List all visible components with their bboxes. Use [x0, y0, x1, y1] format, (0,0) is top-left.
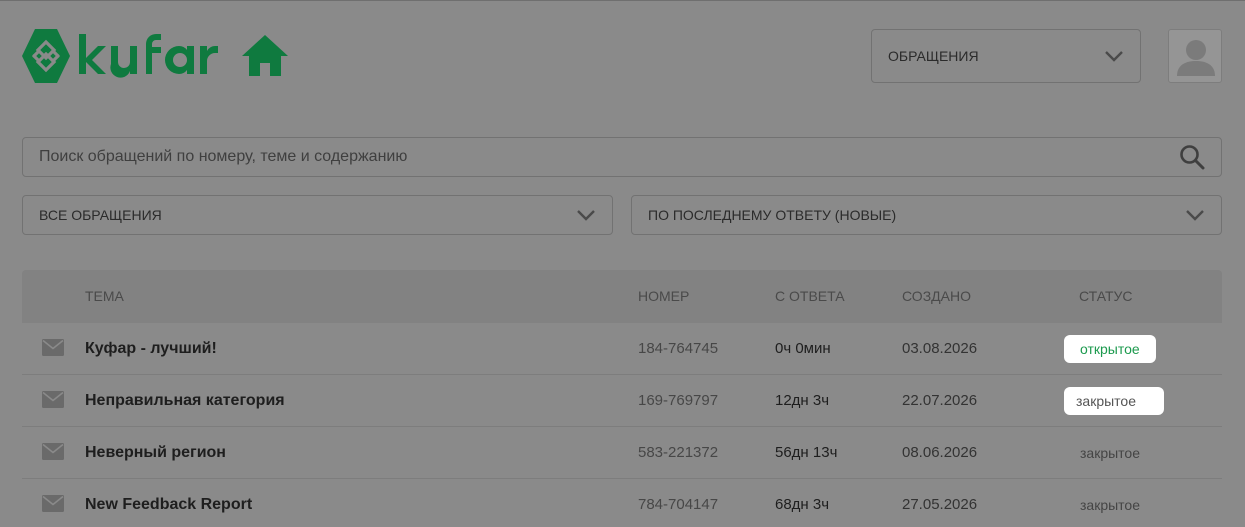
- ticket-created: 27.05.2026: [902, 496, 978, 513]
- status-badge: закрытое: [1080, 445, 1141, 461]
- table-header: ТЕМА НОМЕР С ОТВЕТА СОЗДАНО СТАТУС: [22, 270, 1222, 323]
- ticket-subject: New Feedback Report: [85, 496, 253, 513]
- column-header-subject[interactable]: ТЕМА: [85, 270, 124, 323]
- kufar-logo[interactable]: [22, 28, 218, 84]
- type-filter-select[interactable]: ВСЕ ОБРАЩЕНИЯ: [22, 195, 613, 235]
- status-badge: закрытое: [1064, 387, 1164, 415]
- ticket-created: 22.07.2026: [902, 392, 978, 409]
- ticket-number: 169-769797: [638, 392, 719, 409]
- tickets-table: ТЕМА НОМЕР С ОТВЕТА СОЗДАНО СТАТУС Куфар…: [22, 270, 1222, 527]
- envelope-icon: [42, 495, 64, 512]
- user-silhouette-icon: [1177, 40, 1215, 76]
- status-badge: открытое: [1064, 335, 1156, 363]
- envelope-icon: [42, 443, 64, 460]
- ticket-subject: Куфар - лучший!: [85, 340, 217, 357]
- ticket-since-reply: 12дн 3ч: [775, 392, 830, 409]
- ticket-subject: Неверный регион: [85, 444, 226, 461]
- search-icon[interactable]: [1179, 144, 1205, 170]
- envelope-icon: [42, 391, 64, 408]
- table-row[interactable]: Неверный регион 583-221372 56дн 13ч 08.0…: [22, 427, 1222, 479]
- search-bar: [22, 137, 1222, 177]
- home-icon[interactable]: [242, 34, 288, 76]
- ticket-since-reply: 68дн 3ч: [775, 496, 830, 513]
- sort-value: ПО ПОСЛЕДНЕМУ ОТВЕТУ (НОВЫЕ): [648, 207, 897, 223]
- column-header-since[interactable]: С ОТВЕТА: [775, 270, 845, 323]
- ticket-status-cell: закрытое: [1064, 427, 1156, 480]
- section-select[interactable]: ОБРАЩЕНИЯ: [871, 29, 1141, 83]
- chevron-down-icon: [577, 210, 595, 221]
- ticket-created: 03.08.2026: [902, 340, 978, 357]
- ticket-since-reply: 56дн 13ч: [775, 444, 838, 461]
- table-row[interactable]: Неправильная категория 169-769797 12дн 3…: [22, 375, 1222, 427]
- section-select-value: ОБРАЩЕНИЯ: [888, 48, 979, 64]
- search-input[interactable]: [39, 138, 1179, 176]
- envelope-icon: [42, 339, 64, 356]
- avatar[interactable]: [1168, 29, 1222, 83]
- ticket-status-cell: закрытое: [1064, 479, 1156, 527]
- type-filter-value: ВСЕ ОБРАЩЕНИЯ: [39, 207, 162, 223]
- chevron-down-icon: [1105, 51, 1123, 62]
- column-header-number[interactable]: НОМЕР: [638, 270, 689, 323]
- ticket-since-reply: 0ч 0мин: [775, 340, 831, 357]
- header: ОБРАЩЕНИЯ: [0, 1, 1245, 111]
- ticket-number: 583-221372: [638, 444, 719, 461]
- ticket-number: 784-704147: [638, 496, 719, 513]
- chevron-down-icon: [1186, 210, 1204, 221]
- sort-select[interactable]: ПО ПОСЛЕДНЕМУ ОТВЕТУ (НОВЫЕ): [631, 195, 1222, 235]
- ticket-number: 184-764745: [638, 340, 719, 357]
- column-header-status[interactable]: СТАТУС: [1079, 270, 1133, 323]
- ticket-subject: Неправильная категория: [85, 392, 285, 409]
- table-row[interactable]: Куфар - лучший! 184-764745 0ч 0мин 03.08…: [22, 323, 1222, 375]
- column-header-created[interactable]: СОЗДАНО: [902, 270, 971, 323]
- ticket-created: 08.06.2026: [902, 444, 978, 461]
- ticket-status-cell: открытое: [1064, 323, 1156, 376]
- table-row[interactable]: New Feedback Report 784-704147 68дн 3ч 2…: [22, 479, 1222, 527]
- status-badge: закрытое: [1080, 497, 1141, 513]
- ticket-status-cell: закрытое: [1064, 375, 1164, 428]
